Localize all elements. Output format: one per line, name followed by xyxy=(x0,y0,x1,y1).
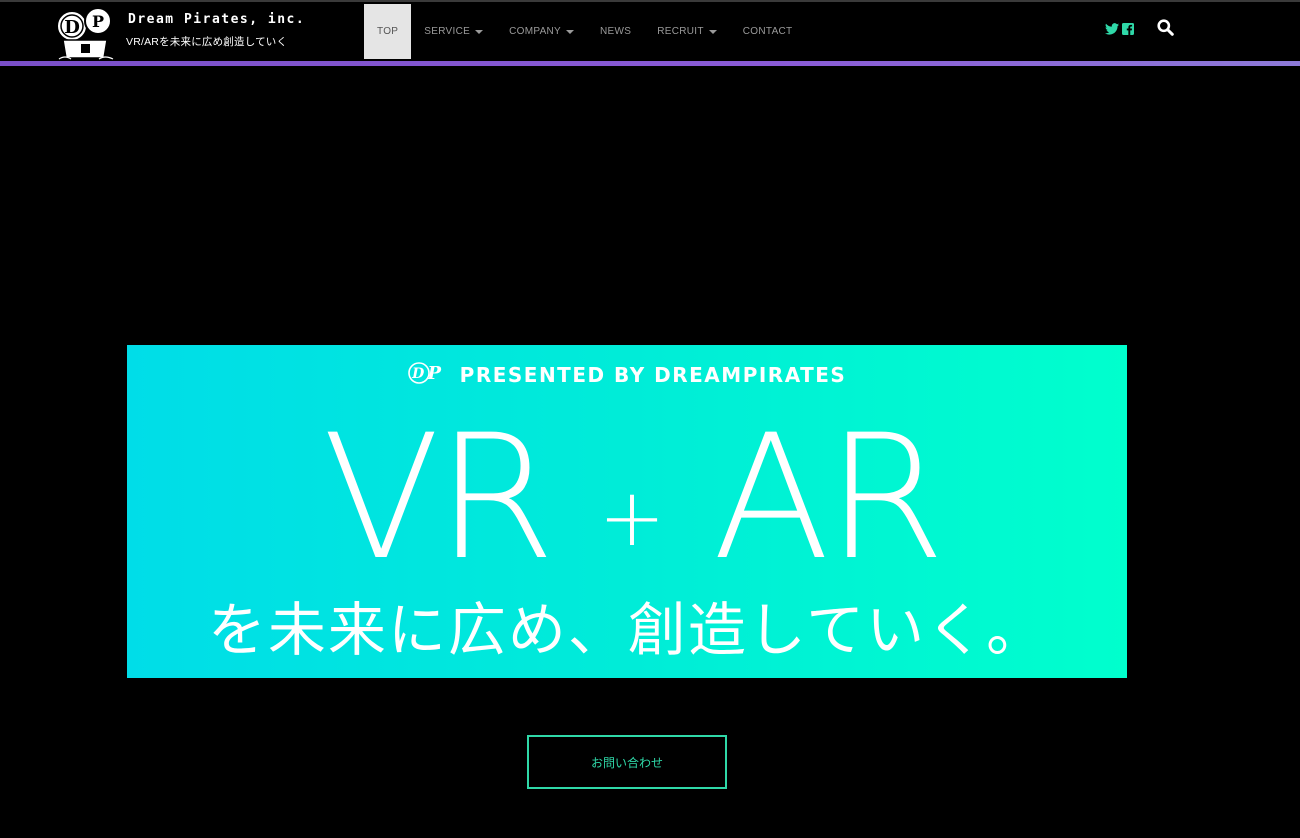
brand-name[interactable]: Dream Pirates, inc. xyxy=(128,12,305,27)
contact-button[interactable]: お問い合わせ xyxy=(527,735,727,789)
dp-treasure-logo-icon[interactable]: D P xyxy=(55,6,117,62)
nav-item-label: SERVICE xyxy=(424,26,471,37)
banner-plus-text: + xyxy=(598,471,665,564)
caret-down-icon xyxy=(475,29,484,34)
banner-vr-text: VR xyxy=(322,397,551,567)
banner-ar-text: AR xyxy=(712,397,941,567)
nav-item-top[interactable]: TOP xyxy=(364,4,412,59)
banner-presented-line: D P PRESENTED BY DREAMPIRATES xyxy=(127,361,1127,390)
nav-item-label: CONTACT xyxy=(742,26,793,37)
banner-subtitle: を未来に広め、創造していく。 xyxy=(207,596,1047,664)
nav-item-company[interactable]: COMPANY xyxy=(496,4,587,59)
nav-item-service[interactable]: SERVICE xyxy=(411,4,496,59)
nav-item-label: NEWS xyxy=(600,26,632,37)
main-nav: TOP SERVICE COMPANY NEWS RECRUIT CONTACT xyxy=(364,4,805,59)
hero-banner: D P PRESENTED BY DREAMPIRATES VR + AR を未… xyxy=(127,345,1127,678)
dp-mini-logo-icon: D P xyxy=(407,361,446,390)
facebook-icon[interactable] xyxy=(1122,22,1134,40)
svg-text:D: D xyxy=(64,17,80,38)
nav-item-label: COMPANY xyxy=(509,26,562,37)
svg-text:P: P xyxy=(426,363,442,384)
nav-item-recruit[interactable]: RECRUIT xyxy=(644,4,730,59)
search-icon[interactable] xyxy=(1157,19,1174,41)
site-header: D P Dream Pirates, inc. VR/ARを未来に広め創造してい… xyxy=(0,2,1300,61)
nav-item-label: TOP xyxy=(377,26,399,37)
svg-text:D: D xyxy=(411,366,426,382)
twitter-icon[interactable] xyxy=(1105,22,1119,40)
social-links xyxy=(1105,22,1134,40)
nav-item-label: RECRUIT xyxy=(657,26,704,37)
banner-main-heading: VR + AR xyxy=(322,397,945,567)
svg-text:P: P xyxy=(92,12,104,31)
banner-presented-text: PRESENTED BY DREAMPIRATES xyxy=(459,363,847,387)
nav-item-contact[interactable]: CONTACT xyxy=(730,4,806,59)
caret-down-icon xyxy=(566,29,575,34)
nav-item-news[interactable]: NEWS xyxy=(587,4,644,59)
header-accent-bar xyxy=(0,61,1300,66)
brand-tagline: VR/ARを未来に広め創造していく xyxy=(126,36,288,48)
caret-down-icon xyxy=(708,29,717,34)
